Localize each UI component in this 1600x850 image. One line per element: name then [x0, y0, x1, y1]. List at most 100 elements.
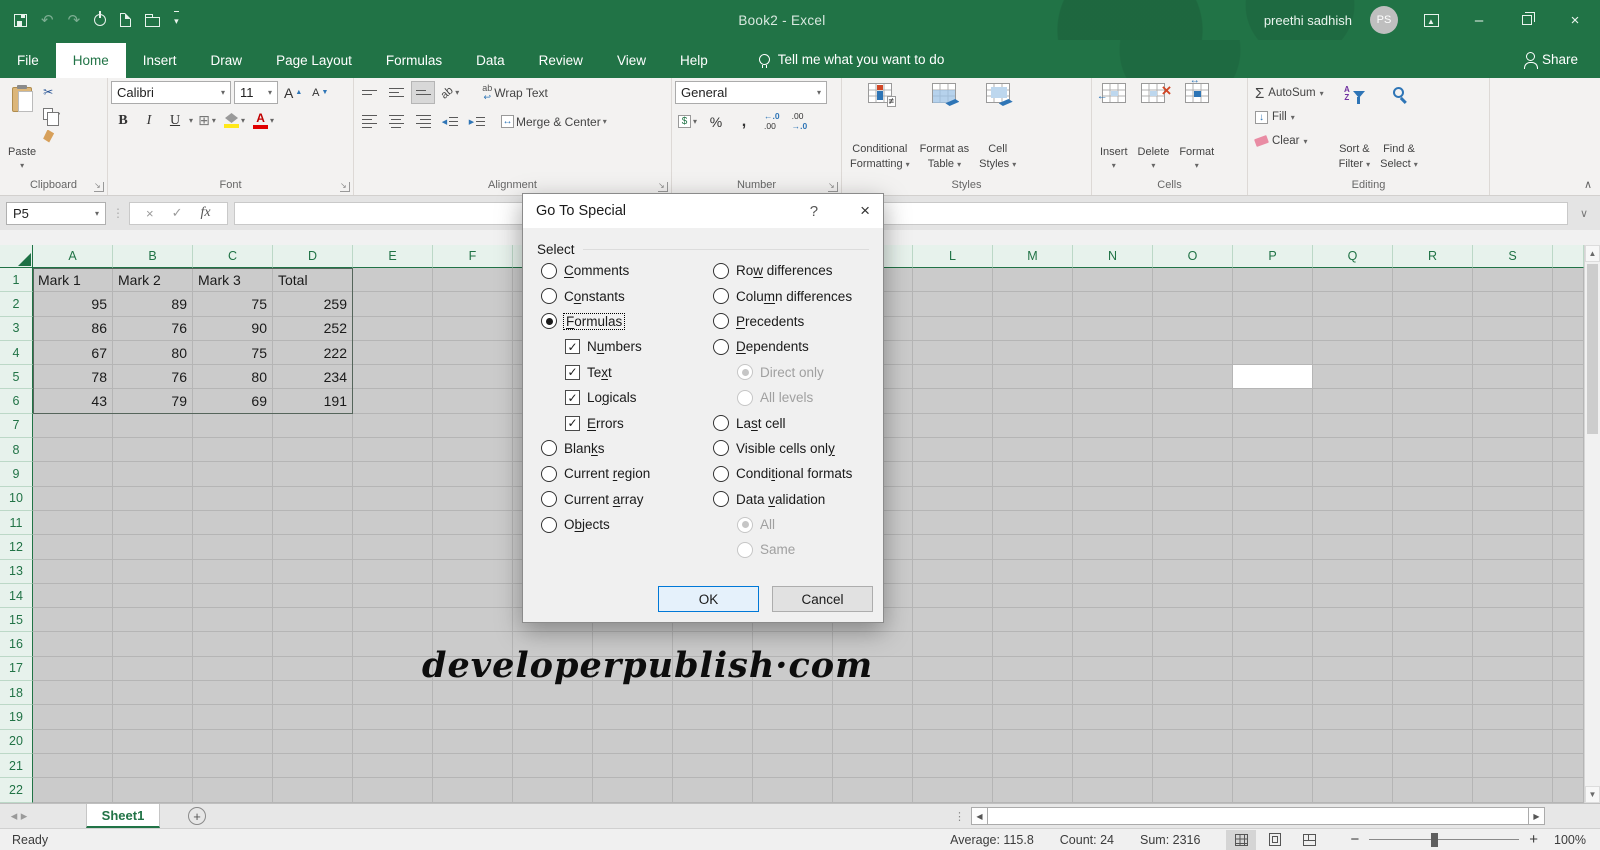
cell-L4[interactable] [913, 340, 993, 366]
cell-P8[interactable] [1233, 438, 1313, 463]
cell-Q10[interactable] [1313, 486, 1393, 511]
option-formulas[interactable]: Formulas [541, 309, 650, 334]
cell-S5[interactable] [1473, 365, 1553, 390]
cell-F15[interactable] [433, 608, 513, 633]
scroll-up-icon[interactable]: ▲ [1585, 245, 1600, 262]
cell-L21[interactable] [913, 753, 993, 779]
cell-Q20[interactable] [1313, 729, 1393, 754]
cell-C5[interactable]: 80 [193, 365, 273, 390]
cell-B22[interactable] [113, 778, 193, 803]
radio-button[interactable] [713, 288, 729, 305]
cell-O22[interactable] [1153, 778, 1233, 803]
cell-B13[interactable] [113, 559, 193, 584]
cell-J20[interactable] [753, 729, 833, 754]
cell-A13[interactable] [33, 559, 113, 584]
cell-O16[interactable] [1153, 632, 1233, 657]
cell-R18[interactable] [1393, 681, 1473, 706]
cell-Q5[interactable] [1313, 365, 1393, 390]
cell-M7[interactable] [993, 413, 1073, 439]
row-header-12[interactable]: 12 [0, 535, 33, 560]
cell-S8[interactable] [1473, 438, 1553, 463]
row-header-21[interactable]: 21 [0, 753, 33, 779]
cell-N9[interactable] [1073, 462, 1153, 487]
cell-P20[interactable] [1233, 729, 1313, 754]
cell-P18[interactable] [1233, 681, 1313, 706]
radio-button[interactable] [713, 338, 729, 355]
share-button[interactable]: Share [1523, 40, 1600, 78]
align-right-button[interactable] [411, 110, 435, 133]
close-button[interactable]: × [1560, 5, 1590, 35]
sort-filter-button[interactable]: AZ Sort & Filter ▾ [1334, 81, 1376, 173]
cell-R11[interactable] [1393, 510, 1473, 536]
cell-E8[interactable] [353, 438, 433, 463]
cell-B3[interactable]: 76 [113, 316, 193, 341]
cell-J19[interactable] [753, 705, 833, 730]
clear-button[interactable]: Clear ▾ [1251, 129, 1328, 153]
cell-C3[interactable]: 90 [193, 316, 273, 341]
cell-O4[interactable] [1153, 340, 1233, 366]
option-text[interactable]: ✓ Text [565, 360, 650, 385]
cell-M22[interactable] [993, 778, 1073, 803]
cell-partial-14[interactable] [1553, 583, 1584, 609]
cell-S3[interactable] [1473, 316, 1553, 341]
cell-S22[interactable] [1473, 778, 1553, 803]
insert-cells-button[interactable]: ← Insert ▾ [1095, 81, 1133, 173]
zoom-out-icon[interactable]: − [1350, 831, 1359, 848]
open-file-icon[interactable] [145, 11, 161, 29]
tab-data[interactable]: Data [459, 43, 522, 78]
cell-D20[interactable] [273, 729, 353, 754]
cell-L13[interactable] [913, 559, 993, 584]
cell-L17[interactable] [913, 656, 993, 682]
cell-N15[interactable] [1073, 608, 1153, 633]
cell-P10[interactable] [1233, 486, 1313, 511]
cell-L14[interactable] [913, 583, 993, 609]
font-color-button[interactable]: A ▾ [250, 109, 277, 132]
cell-O3[interactable] [1153, 316, 1233, 341]
cell-F20[interactable] [433, 729, 513, 754]
row-header-9[interactable]: 9 [0, 462, 33, 487]
cell-A10[interactable] [33, 486, 113, 511]
cell-H20[interactable] [593, 729, 673, 754]
cell-E15[interactable] [353, 608, 433, 633]
user-name[interactable]: preethi sadhish [1264, 13, 1352, 28]
tab-scrollbar-splitter[interactable]: ⋮ [954, 804, 971, 828]
cell-E20[interactable] [353, 729, 433, 754]
cell-O10[interactable] [1153, 486, 1233, 511]
row-header-2[interactable]: 2 [0, 292, 33, 317]
cell-E14[interactable] [353, 583, 433, 609]
cell-N13[interactable] [1073, 559, 1153, 584]
cell-Q1[interactable] [1313, 268, 1393, 293]
cell-E12[interactable] [353, 535, 433, 560]
radio-button[interactable] [713, 415, 729, 432]
cell-E21[interactable] [353, 753, 433, 779]
cell-N6[interactable] [1073, 389, 1153, 414]
cell-C11[interactable] [193, 510, 273, 536]
cell-Q21[interactable] [1313, 753, 1393, 779]
cell-D18[interactable] [273, 681, 353, 706]
cell-B21[interactable] [113, 753, 193, 779]
select-all-corner[interactable] [0, 245, 33, 268]
cell-L19[interactable] [913, 705, 993, 730]
column-header-O[interactable]: O [1153, 245, 1233, 268]
cell-F10[interactable] [433, 486, 513, 511]
cell-G22[interactable] [513, 778, 593, 803]
cell-A15[interactable] [33, 608, 113, 633]
cell-N2[interactable] [1073, 292, 1153, 317]
save-icon[interactable] [14, 11, 27, 29]
radio-button[interactable] [541, 288, 557, 305]
cell-E9[interactable] [353, 462, 433, 487]
cell-N4[interactable] [1073, 340, 1153, 366]
cell-R15[interactable] [1393, 608, 1473, 633]
cell-L20[interactable] [913, 729, 993, 754]
column-header-B[interactable]: B [113, 245, 193, 268]
cell-L18[interactable] [913, 681, 993, 706]
cell-O21[interactable] [1153, 753, 1233, 779]
row-header-3[interactable]: 3 [0, 316, 33, 341]
cell-N20[interactable] [1073, 729, 1153, 754]
font-size-select[interactable]: 11 ▾ [234, 81, 278, 104]
cell-A16[interactable] [33, 632, 113, 657]
cell-C10[interactable] [193, 486, 273, 511]
number-dialog-launcher[interactable]: ↘ [828, 182, 838, 192]
option-data-validation[interactable]: Data validation [713, 487, 852, 512]
cell-N12[interactable] [1073, 535, 1153, 560]
